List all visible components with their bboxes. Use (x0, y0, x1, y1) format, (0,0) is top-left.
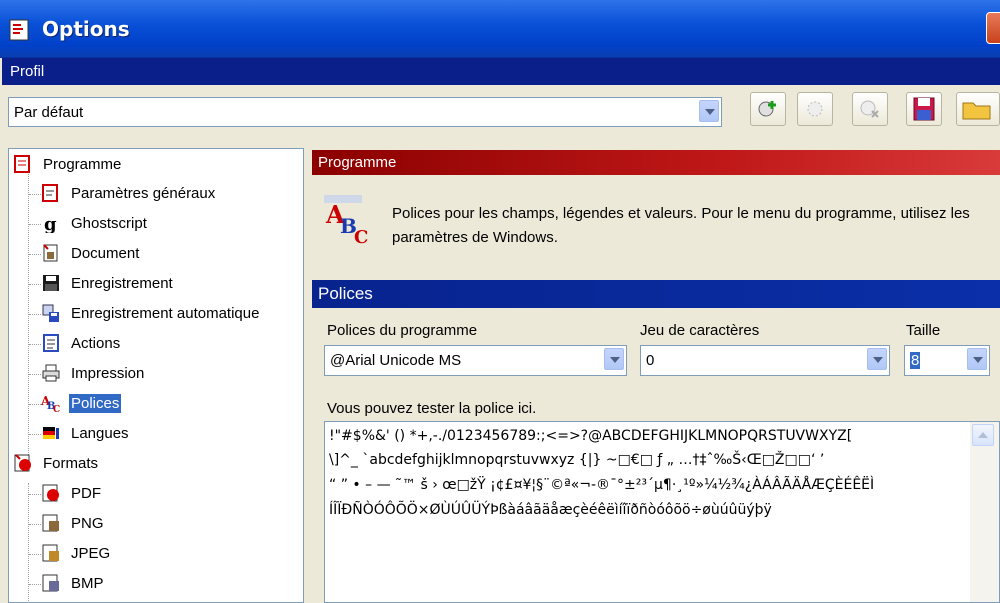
general-settings-icon (42, 184, 58, 202)
size-select-value: 8 (910, 352, 921, 369)
svg-text:C: C (53, 405, 60, 413)
vertical-scrollbar[interactable] (970, 422, 999, 602)
test-line: ÍÎÏÐÑÒÓÔÕÖ×ØÙÚÛÜÝÞßàáâãäåæçèéêëìíîïðñòóô… (329, 502, 772, 518)
scroll-up-button[interactable] (972, 424, 994, 446)
open-profile-button[interactable] (956, 92, 1000, 126)
charset-select[interactable]: 0 (640, 345, 890, 376)
fonts-icon: ABC (41, 394, 60, 413)
size-select[interactable]: 8 (904, 345, 990, 376)
add-profile-icon (758, 101, 776, 117)
autosave-icon (42, 304, 59, 322)
delete-profile-button[interactable] (852, 92, 888, 126)
tree-item-label: Impression (71, 365, 145, 382)
delete-profile-icon (860, 100, 879, 118)
rename-profile-icon (807, 101, 823, 117)
tree-node-label: Programme (43, 156, 122, 173)
tree-node-label: Formats (43, 455, 99, 472)
chevron-down-icon[interactable] (699, 100, 719, 122)
title-bar: Options (0, 0, 1000, 58)
tree-item-label: Enregistrement automatique (71, 305, 260, 322)
chevron-down-icon[interactable] (604, 348, 624, 370)
bmp-icon (42, 574, 59, 592)
test-line: \]^_ `abcdefghijklmnopqrstuvwxyz {|} ~□€… (329, 452, 825, 468)
ghostscript-icon: g (44, 214, 57, 233)
tree-item-label: Document (71, 245, 140, 262)
size-label: Taille (906, 322, 941, 339)
section-info: A B C Polices pour les champs, légendes … (312, 175, 1000, 272)
document-icon (43, 244, 58, 262)
tree-item-label: Paramètres généraux (71, 185, 216, 202)
tree-item-label: Ghostscript (71, 215, 147, 232)
tree-item-label: JPEG (71, 545, 111, 562)
close-button[interactable] (986, 12, 1000, 44)
options-window: Options Profil Par défaut Programme Para… (0, 0, 1000, 603)
charset-label: Jeu de caractères (640, 322, 760, 339)
save-icon (913, 97, 935, 121)
app-icon (9, 19, 29, 41)
options-tree[interactable]: Programme Paramètres généraux g Ghostscr… (8, 148, 304, 603)
flag-icon (43, 427, 59, 439)
profile-header: Profil (2, 58, 1000, 85)
add-profile-button[interactable] (750, 92, 786, 126)
tree-item-label: Actions (71, 335, 121, 352)
font-select-value: @Arial Unicode MS (330, 352, 462, 369)
formats-icon (14, 454, 31, 472)
actions-icon (43, 334, 59, 352)
tree-item-label: BMP (71, 575, 104, 592)
tree-item-label: PDF (71, 485, 101, 502)
test-label: Vous pouvez tester la police ici. (327, 400, 537, 417)
save-icon (43, 275, 59, 291)
chevron-down-icon[interactable] (967, 348, 987, 370)
svg-text:g: g (44, 214, 57, 233)
tree-item-label: PNG (71, 515, 104, 532)
test-line: !"#$%&' () *+,-./0123456789:;<=>?@ABCDEF… (329, 428, 853, 444)
programme-icon (14, 155, 30, 173)
fonts-icon: A B C (324, 195, 368, 245)
png-icon (42, 514, 59, 532)
window-title: Options (42, 17, 130, 41)
folder-icon (962, 102, 991, 120)
font-select[interactable]: @Arial Unicode MS (324, 345, 627, 376)
rename-profile-button[interactable] (797, 92, 833, 126)
test-line: “ ” • – — ˜™ š › œ□žŸ ¡¢£¤¥¦§¨©ª«¬-®¯°±²… (329, 477, 875, 493)
svg-text:C: C (354, 227, 368, 245)
font-test-textarea[interactable]: !"#$%&' () *+,-./0123456789:;<=>?@ABCDEF… (324, 421, 1000, 603)
section-description: Polices pour les champs, légendes et val… (392, 205, 970, 246)
jpeg-icon (42, 544, 59, 562)
group-header: Polices (312, 280, 1000, 308)
section-header: Programme (312, 150, 1000, 175)
tree-item-label: Polices (69, 394, 122, 413)
tree-item-label: Langues (71, 425, 129, 442)
profile-select[interactable]: Par défaut (8, 97, 722, 127)
printer-icon (42, 364, 60, 382)
charset-select-value: 0 (646, 352, 655, 369)
profile-select-value: Par défaut (14, 104, 84, 121)
save-profile-button[interactable] (906, 92, 942, 126)
tree-item-label: Enregistrement (71, 275, 173, 292)
chevron-down-icon[interactable] (867, 348, 887, 370)
pdf-icon (42, 484, 59, 502)
font-label: Polices du programme (327, 322, 478, 339)
